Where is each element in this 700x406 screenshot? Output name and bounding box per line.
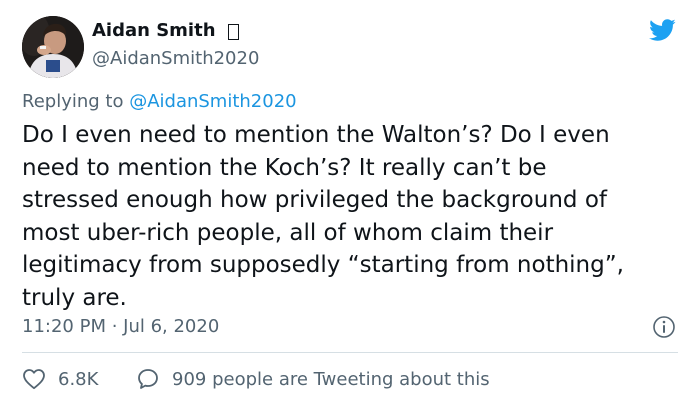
tweet-text-line: stressed enough how privileged the backg… [22, 187, 607, 213]
info-icon[interactable] [652, 315, 676, 339]
tweet-text-line: Do I even need to mention the Walton’s? … [22, 122, 610, 148]
author-handle[interactable]: @AidanSmith2020 [92, 48, 259, 69]
tweet-timestamp[interactable]: 11:20 PM · Jul 6, 2020 [22, 316, 219, 337]
tweet-text-line: truly are. [22, 284, 127, 311]
like-count: 6.8K [58, 368, 99, 390]
author-name[interactable]: Aidan Smith [92, 20, 216, 41]
tweet-card: Aidan Smith @AidanSmith2020 Replying to … [0, 0, 700, 406]
conversation-link[interactable]: 909 people are Tweeting about this [136, 366, 490, 392]
heart-icon [23, 369, 45, 390]
twitter-bird-icon[interactable] [646, 16, 678, 44]
avatar[interactable] [22, 16, 84, 78]
missing-glyph-box [228, 24, 239, 40]
replying-to-handle-link[interactable]: @AidanSmith2020 [129, 91, 296, 112]
tweet-text-line: need to mention the Koch’s? It really ca… [22, 154, 547, 181]
divider [22, 352, 678, 353]
tweet-text: Do I even need to mention the Walton’s? … [22, 119, 672, 314]
tweet-text-line: legitimacy from supposedly “starting fro… [22, 252, 624, 278]
conversation-text: 909 people are Tweeting about this [172, 368, 490, 390]
replying-to: Replying to @AidanSmith2020 [22, 91, 297, 112]
tweet-text-line: most uber-rich people, all of whom claim… [22, 219, 554, 246]
speech-bubble-icon [138, 369, 158, 389]
like-button[interactable]: 6.8K [22, 366, 98, 392]
replying-to-label: Replying to [22, 91, 130, 112]
